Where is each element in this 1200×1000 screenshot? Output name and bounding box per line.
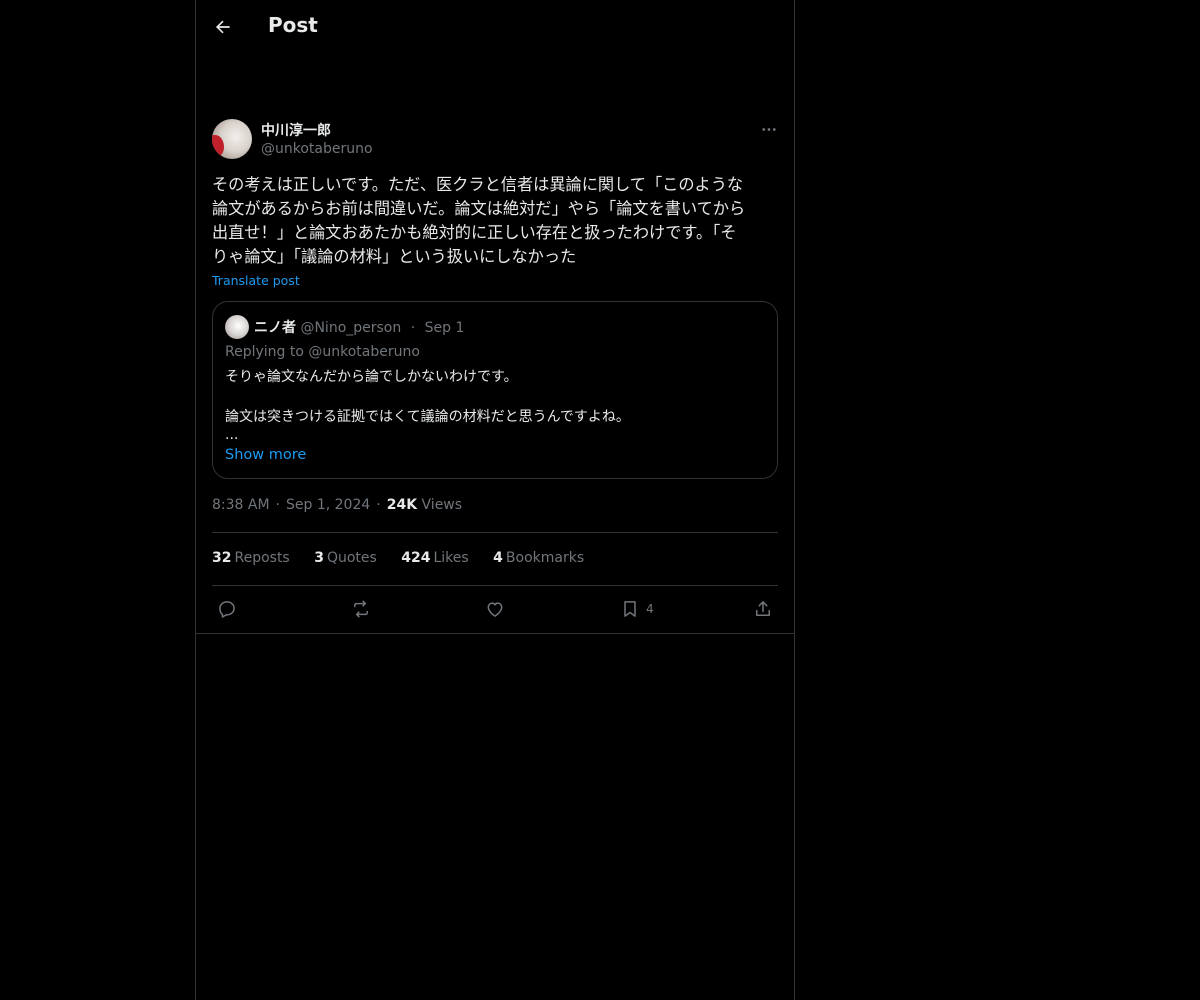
avatar[interactable]: [212, 119, 252, 159]
arrow-left-icon: [215, 20, 230, 34]
quoted-post-date: Sep 1: [424, 320, 465, 336]
like-button[interactable]: [485, 596, 505, 622]
reposts-count: 32: [212, 550, 232, 566]
heart-icon: [487, 602, 503, 617]
quoted-author-handle: @Nino_person: [300, 320, 402, 336]
views-count: 24K: [386, 497, 418, 513]
reply-button[interactable]: [217, 596, 237, 622]
replying-to: Replying to @unkotaberuno: [225, 344, 420, 360]
post-time[interactable]: 8:38 AM: [212, 497, 270, 513]
likes-stat[interactable]: 424 Likes: [401, 550, 468, 566]
page-header: Post: [196, 0, 794, 54]
bookmarks-stat[interactable]: 4 Bookmarks: [493, 550, 584, 566]
separator-dot: ·: [410, 320, 416, 336]
replying-to-prefix: Replying to: [225, 344, 304, 360]
reposts-stat[interactable]: 32 Reposts: [212, 550, 290, 566]
more-horizontal-icon: [762, 127, 776, 131]
quoted-post[interactable]: ニノ者 @Nino_person · Sep 1 Replying to @un…: [212, 301, 778, 479]
post-timestamp: 8:38 AM · Sep 1, 2024 · 24K Views: [212, 497, 463, 513]
post-actions-bar: 4: [196, 596, 794, 622]
page-title: Post: [268, 13, 318, 37]
bookmark-icon: [624, 601, 636, 617]
share-icon: [756, 601, 770, 616]
quotes-stat[interactable]: 3 Quotes: [314, 550, 377, 566]
likes-label: Likes: [433, 550, 469, 566]
engagement-stats: 32 Reposts 3 Quotes 424 Likes 4 Bookmarks: [212, 550, 604, 566]
bookmark-count: 4: [646, 602, 654, 616]
quoted-post-ellipsis: ...: [225, 427, 239, 443]
bookmarks-count: 4: [493, 550, 503, 566]
reposts-label: Reposts: [234, 550, 290, 566]
reply-icon: [219, 601, 235, 618]
quotes-count: 3: [314, 550, 324, 566]
bookmark-button[interactable]: 4: [620, 596, 654, 622]
share-button[interactable]: [753, 596, 773, 622]
divider: [212, 585, 778, 586]
bookmarks-label: Bookmarks: [505, 550, 585, 566]
back-button[interactable]: [210, 14, 236, 40]
likes-count: 424: [401, 550, 431, 566]
post-date[interactable]: Sep 1, 2024: [286, 497, 370, 513]
divider: [196, 633, 794, 634]
more-options-button[interactable]: [758, 120, 780, 138]
author-display-name[interactable]: 中川淳一郎: [261, 120, 331, 140]
repost-button[interactable]: [351, 596, 371, 622]
quoted-post-text: そりゃ論文なんだから論でしかないわけです。 論文は突きつける証拠ではくて議論の材…: [225, 369, 630, 425]
repost-icon: [354, 600, 368, 618]
author-handle[interactable]: @unkotaberuno: [261, 141, 373, 157]
show-more-link[interactable]: Show more: [225, 447, 306, 463]
post-detail-column: Post 中川淳一郎 @unkotaberuno その考えは正しいです。ただ、医…: [195, 0, 795, 1000]
views-label: Views: [421, 497, 463, 513]
translate-post-link[interactable]: Translate post: [212, 273, 300, 288]
quoted-post-header: ニノ者 @Nino_person · Sep 1: [254, 317, 464, 337]
quoted-author-name: ニノ者: [254, 320, 296, 336]
avatar: [225, 315, 249, 339]
post-text: その考えは正しいです。ただ、医クラと信者は異論に関して「このような 論文があるか…: [212, 175, 746, 266]
quotes-label: Quotes: [326, 550, 377, 566]
replying-to-handle: @unkotaberuno: [308, 344, 420, 360]
divider: [212, 532, 778, 533]
